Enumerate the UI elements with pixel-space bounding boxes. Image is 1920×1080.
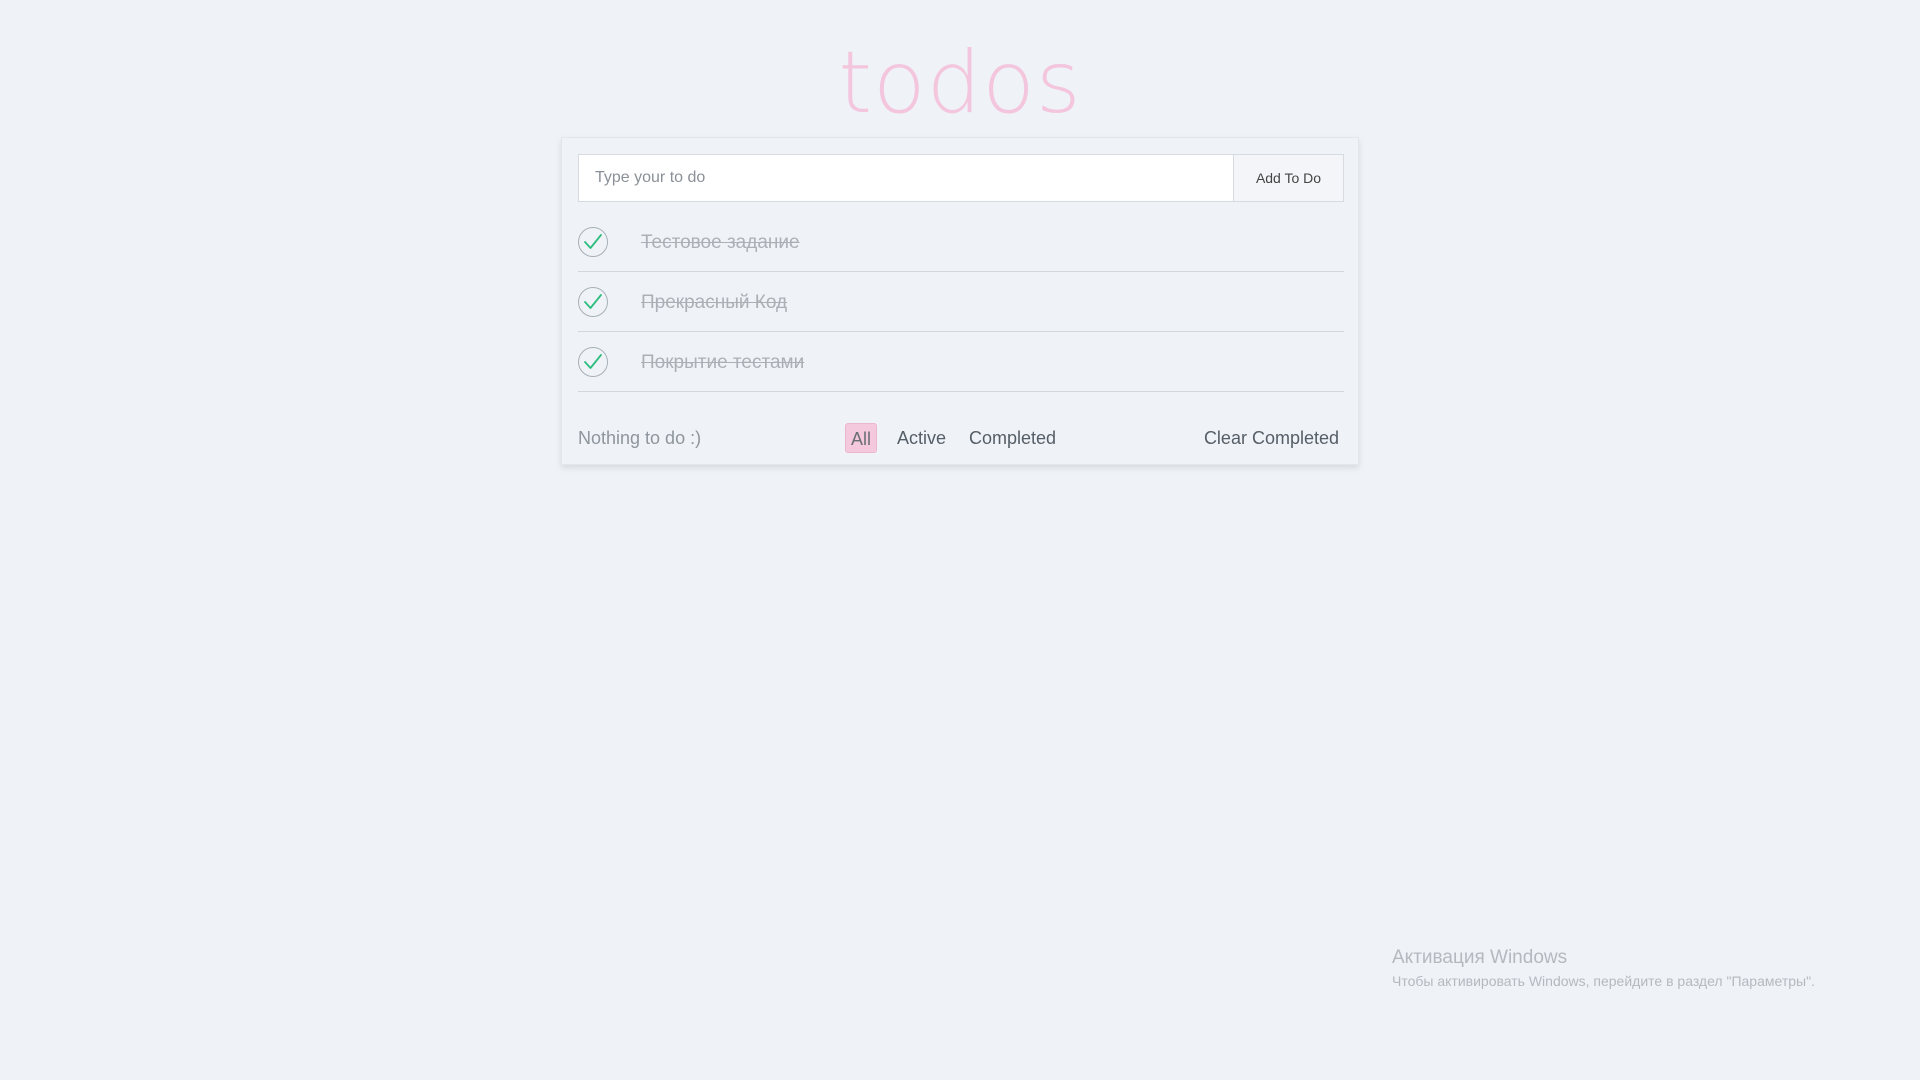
add-todo-form: Add To Do — [578, 154, 1344, 202]
todo-item: Прекрасный Код — [578, 272, 1344, 332]
filter-all[interactable]: All — [845, 423, 878, 453]
watermark-title: Активация Windows — [1392, 947, 1568, 968]
checkmark-icon — [584, 354, 602, 369]
add-todo-button[interactable]: Add To Do — [1233, 154, 1344, 202]
filter-active[interactable]: Active — [892, 423, 951, 453]
todo-toggle[interactable] — [578, 227, 608, 257]
todo-footer: Nothing to do :) All Active Completed Cl… — [578, 423, 1344, 453]
checkmark-icon — [584, 294, 602, 309]
todo-text[interactable]: Тестовое задание — [641, 231, 800, 255]
todo-toggle[interactable] — [578, 287, 608, 317]
checkmark-icon — [584, 234, 602, 249]
todo-text[interactable]: Прекрасный Код — [641, 291, 787, 315]
todo-text[interactable]: Покрытие тестами — [641, 351, 804, 375]
todo-item: Покрытие тестами — [578, 332, 1344, 392]
todo-input[interactable] — [578, 154, 1233, 202]
filter-completed[interactable]: Completed — [964, 423, 1061, 453]
todo-card: Add To Do Тестовое задание Прекрасный Ко… — [561, 137, 1359, 465]
clear-completed-button[interactable]: Clear Completed — [1204, 423, 1344, 453]
items-left-status: Nothing to do :) — [578, 428, 702, 448]
todo-list: Тестовое задание Прекрасный Код Покрытие… — [578, 212, 1344, 392]
watermark-subtitle: Чтобы активировать Windows, перейдите в … — [1392, 973, 1815, 989]
windows-activation-watermark: Активация Windows Чтобы активировать Win… — [1392, 946, 1815, 990]
todo-toggle[interactable] — [578, 347, 608, 377]
todo-item: Тестовое задание — [578, 212, 1344, 272]
app-title: todos — [838, 33, 1082, 133]
